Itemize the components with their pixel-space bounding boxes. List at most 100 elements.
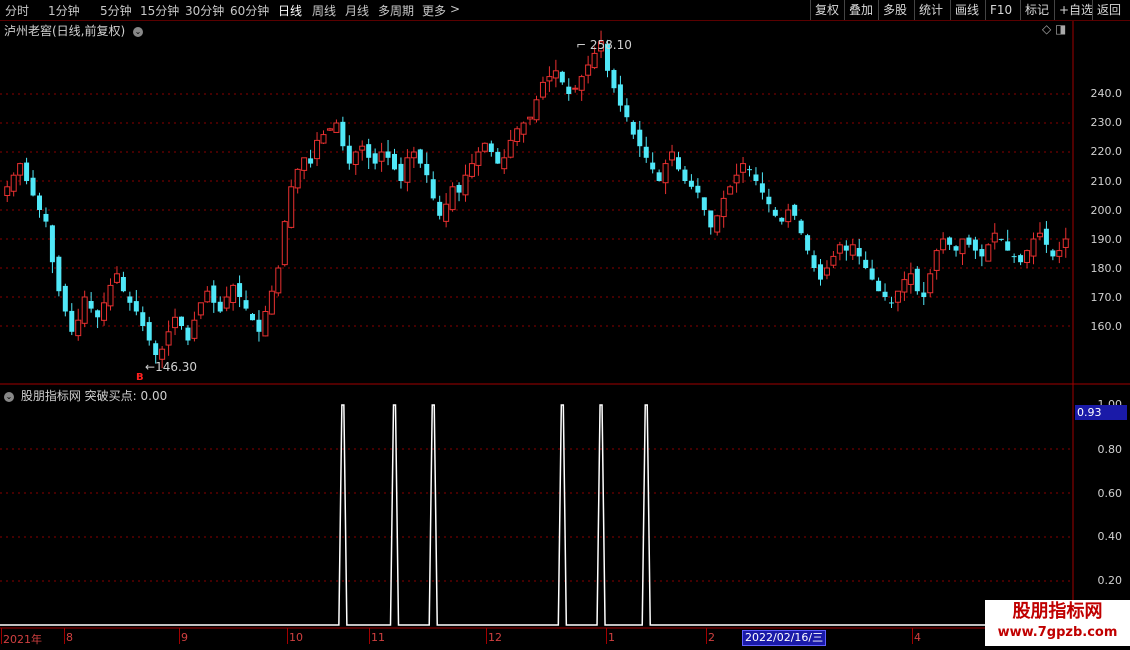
candle-body-up xyxy=(894,290,901,303)
candle-body-up xyxy=(294,168,301,189)
candle-body-up xyxy=(4,186,11,197)
selected-date: 2022/02/16/三 xyxy=(742,630,827,646)
candle-body-up xyxy=(165,331,172,346)
candle-body-up xyxy=(275,267,282,294)
candle-body-up xyxy=(75,319,82,337)
candle-body-down xyxy=(385,151,391,158)
stock-title: 泸州老窖(日线,前复权) xyxy=(4,24,126,38)
candle-body-down xyxy=(43,213,49,222)
candle-body-up xyxy=(326,128,333,131)
candle-body-down xyxy=(217,301,223,312)
chart-area[interactable] xyxy=(0,0,1130,650)
candle-body-up xyxy=(359,145,366,151)
date-tick-mark xyxy=(606,628,607,644)
chevron-down-icon[interactable]: ⌄ xyxy=(133,26,144,37)
candle-body-up xyxy=(17,163,24,176)
buy-signal-mark: B xyxy=(136,372,144,383)
candle-body-up xyxy=(985,244,992,262)
candle-body-down xyxy=(914,268,920,292)
candle-body-down xyxy=(650,162,656,170)
candle-body-down xyxy=(211,285,217,303)
candle-body-down xyxy=(792,204,798,216)
candle-body-down xyxy=(947,237,953,245)
candle-body-down xyxy=(95,310,101,318)
candle-body-up xyxy=(101,302,108,321)
price-tick: 200.0 xyxy=(1090,204,1123,217)
signal-series xyxy=(0,404,1073,626)
candle-body-down xyxy=(146,322,152,341)
settings-icons[interactable]: ◇ ◨ xyxy=(1042,22,1066,36)
candle-body-up xyxy=(159,348,166,360)
candle-body-down xyxy=(179,316,184,326)
candle-body-up xyxy=(849,244,856,256)
date-tick-mark xyxy=(912,628,913,644)
candle-body-up xyxy=(714,215,721,233)
candle-body-down xyxy=(966,237,972,245)
indicator-name: 股朋指标网 突破买点: 0.00 xyxy=(20,389,168,403)
candle-body-up xyxy=(320,134,327,144)
watermark-logo: 股朋指标网 www.7gpzb.com xyxy=(985,600,1130,646)
candle-body-up xyxy=(1062,238,1069,248)
candle-body-down xyxy=(559,71,565,83)
candle-body-up xyxy=(907,273,914,285)
candle-body-down xyxy=(869,268,875,280)
candlestick-series xyxy=(4,30,1069,369)
candle-body-down xyxy=(818,264,823,280)
candle-body-down xyxy=(688,180,694,187)
candle-body-down xyxy=(437,201,443,216)
indicator-tick: 0.40 xyxy=(1097,530,1123,543)
indicator-title[interactable]: ⌄ 股朋指标网 突破买点: 0.00 xyxy=(4,387,167,404)
date-tick-mark xyxy=(369,628,370,644)
candle-body-up xyxy=(991,232,998,243)
candle-body-up xyxy=(223,296,230,309)
candle-body-up xyxy=(81,296,88,324)
candle-body-down xyxy=(708,210,714,228)
candle-body-down xyxy=(398,163,404,181)
date-tick-mark xyxy=(486,628,487,644)
candle-body-up xyxy=(262,311,269,337)
candle-body-down xyxy=(656,172,662,181)
date-tick: 2021年 xyxy=(3,633,42,646)
candle-body-up xyxy=(572,87,579,90)
candle-body-down xyxy=(998,238,1004,240)
candle-body-up xyxy=(507,139,514,158)
candle-body-down xyxy=(140,312,146,326)
candle-body-up xyxy=(1056,250,1063,257)
candle-body-down xyxy=(372,153,378,164)
candle-body-down xyxy=(308,158,314,164)
candle-body-up xyxy=(514,128,521,143)
candle-body-down xyxy=(417,149,423,164)
candle-body-down xyxy=(856,247,862,257)
candle-body-up xyxy=(230,284,237,304)
candle-body-up xyxy=(933,250,940,271)
candle-body-up xyxy=(113,273,120,283)
candle-body-up xyxy=(378,151,385,162)
candle-body-up xyxy=(823,267,830,276)
candle-body-down xyxy=(346,145,352,164)
date-tick: 2 xyxy=(708,631,715,644)
candle-body-up xyxy=(940,238,947,251)
candle-body-down xyxy=(972,239,978,251)
date-tick-mark xyxy=(179,628,180,644)
chart-title[interactable]: 泸州老窖(日线,前复权) ⌄ xyxy=(4,22,146,39)
candle-body-up xyxy=(443,203,450,222)
candle-body-down xyxy=(340,121,346,147)
candle-body-up xyxy=(333,122,340,133)
candle-body-up xyxy=(107,284,114,307)
candle-body-up xyxy=(662,163,669,184)
candle-body-down xyxy=(127,296,133,303)
candle-body-down xyxy=(953,246,959,251)
price-tick: 220.0 xyxy=(1090,145,1123,158)
candle-body-down xyxy=(921,292,927,297)
candle-body-down xyxy=(133,301,139,312)
candle-body-down xyxy=(69,310,75,332)
chevron-down-icon[interactable]: ⌄ xyxy=(4,391,14,402)
candle-body-up xyxy=(268,290,275,315)
candle-body-up xyxy=(578,76,585,91)
candle-body-down xyxy=(1050,250,1056,257)
candle-body-down xyxy=(637,129,643,147)
candle-body-up xyxy=(546,76,553,82)
candle-body-down xyxy=(617,84,623,106)
candle-body-up xyxy=(288,186,295,228)
date-tick: 11 xyxy=(371,631,385,644)
